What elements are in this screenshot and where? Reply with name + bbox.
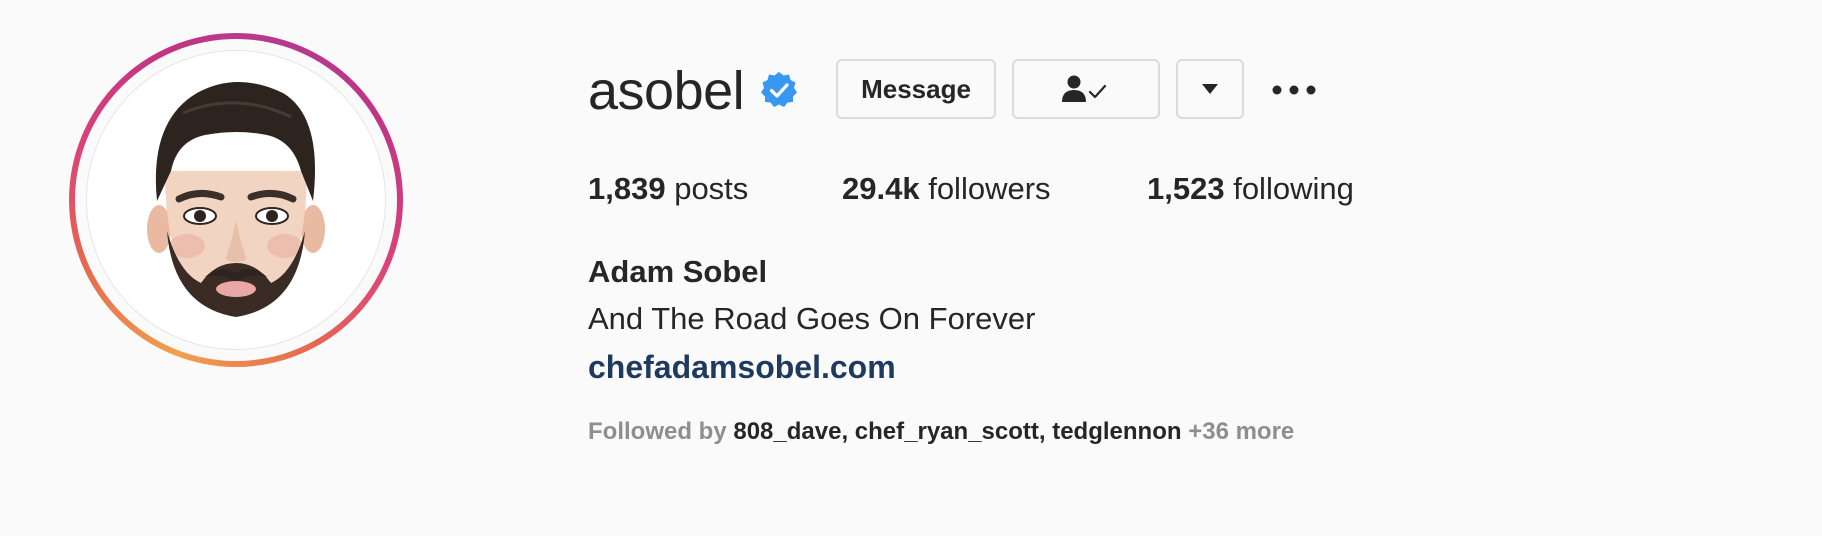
avatar[interactable] [86,50,386,350]
avatar-illustration [147,82,325,317]
more-options-button[interactable] [1266,70,1322,110]
verified-badge-icon [759,70,799,110]
follower-name[interactable]: chef_ryan_scott [855,418,1039,445]
more-horizontal-icon [1272,85,1316,95]
bio-text: And The Road Goes On Forever [588,301,1036,336]
more-followers-link[interactable]: +36 more [1188,418,1294,445]
followers-count: 29.4k [842,171,920,206]
following-stat[interactable]: 1,523 following [1147,167,1354,211]
message-button[interactable]: Message [836,59,996,119]
followers-label: followers [928,171,1051,206]
follower-name[interactable]: tedglennon [1052,418,1181,445]
suggested-dropdown-button[interactable] [1176,59,1244,119]
followed-by-prefix: Followed by [588,418,727,445]
profile-header: asobel Message 1,839 posts 29.4k followe… [0,0,1822,536]
following-label: following [1233,171,1354,206]
website-link[interactable]: chefadamsobel.com [588,345,896,389]
person-check-icon [1062,75,1107,102]
followers-stat[interactable]: 29.4k followers [842,167,1051,211]
following-button[interactable] [1012,59,1160,119]
follower-name[interactable]: 808_dave [733,418,841,445]
posts-count: 1,839 [588,171,666,206]
full-name: Adam Sobel [588,254,768,289]
posts-label: posts [674,171,749,206]
username: asobel [588,61,745,121]
story-ring[interactable] [69,33,403,367]
caret-down-icon [1202,84,1218,94]
following-count: 1,523 [1147,171,1225,206]
posts-stat: 1,839 posts [588,167,748,211]
followed-by[interactable]: Followed by 808_dave, chef_ryan_scott, t… [588,415,1294,449]
